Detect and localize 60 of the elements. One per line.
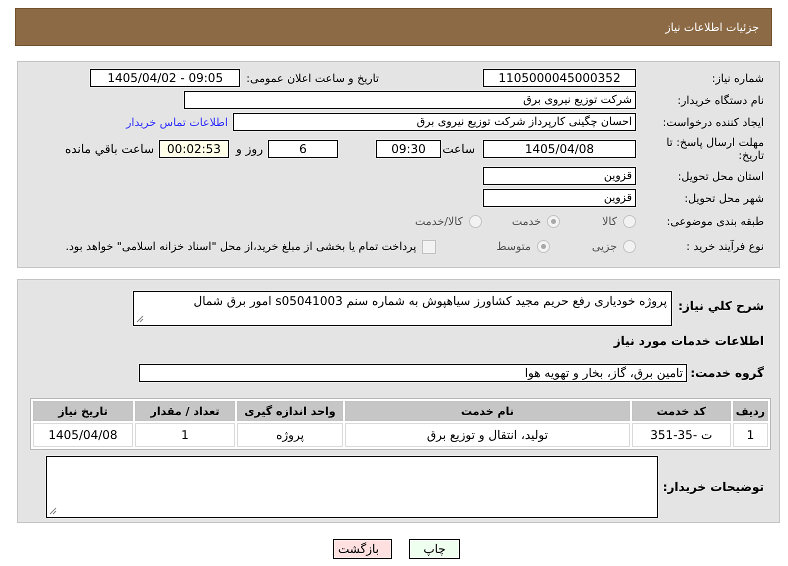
field-label: طبقه بندی موضوعی:: [666, 215, 765, 228]
input-field[interactable]: احسان چگینی کارپرداز شرکت توزیع نیروی برق: [233, 113, 636, 131]
column-header: واحد اندازه گیری: [237, 401, 343, 421]
table-cell: تولید، انتقال و توزیع برق: [345, 423, 630, 447]
back-button[interactable]: بازگشت: [333, 539, 392, 559]
input-field[interactable]: 6: [268, 140, 338, 158]
input-field[interactable]: قزوین: [483, 167, 636, 185]
page-title: جزئیات اطلاعات نیاز: [665, 20, 759, 34]
description-field[interactable]: پروژه خودیاری رفع حریم مجید کشاورز سیاهپوش به شماره سنم s05041003 امور برق شمال: [133, 291, 672, 326]
column-header: نام خدمت: [345, 401, 630, 421]
resize-grip-icon[interactable]: [136, 315, 144, 323]
field-label: شماره نیاز:: [710, 72, 765, 84]
column-header: ردیف: [732, 401, 768, 421]
field-label: گروه خدمت:: [689, 366, 765, 380]
print-button[interactable]: چاپ: [409, 539, 460, 559]
option-label: کالا/خدمت: [415, 215, 463, 228]
option-label: خدمت: [512, 215, 542, 228]
contact-link[interactable]: اطلاعات تماس خریدار: [126, 116, 228, 128]
radio-button[interactable]: [536, 240, 550, 253]
table-cell: ت -35-351: [632, 423, 731, 447]
column-header: تاریخ نیاز: [33, 401, 133, 421]
radio-button[interactable]: [623, 240, 636, 253]
field-label: مهلت ارسال پاسخ: تا تاریخ:: [665, 136, 765, 162]
field-label: توضیحات خریدار:: [662, 480, 765, 494]
countdown-field: 00:02:53: [159, 140, 229, 158]
table-cell: 1405/04/08: [33, 423, 133, 447]
table-cell: پروژه: [237, 423, 343, 447]
field-label: ساعت باقي مانده: [64, 142, 154, 156]
radio-button[interactable]: [623, 215, 636, 228]
notes-field[interactable]: [46, 456, 658, 518]
field-label: نام دستگاه خریدار:: [676, 94, 765, 106]
table-cell: 1: [732, 423, 768, 447]
checkbox[interactable]: [422, 240, 436, 254]
field-label: تاریخ و ساعت اعلان عمومی:: [246, 72, 379, 84]
checkbox-label: پرداخت تمام یا بخشی از مبلغ خرید،از محل "اسناد خزانه اسلامی" خواهد بود.: [66, 240, 416, 253]
option-label: جزیی: [592, 240, 617, 253]
column-header: تعداد / مقدار: [135, 401, 235, 421]
input-field[interactable]: قزوین: [483, 189, 636, 207]
field-label: نوع فرآیند خرید :: [685, 240, 765, 253]
field-label: روز و: [236, 142, 263, 156]
section-title: اطلاعات خدمات مورد نياز: [612, 334, 765, 348]
option-label: کالا: [602, 215, 617, 228]
radio-button[interactable]: [468, 215, 482, 228]
description-text: پروژه خودیاری رفع حریم مجید کشاورز سیاهپوش به شماره سنم s05041003 امور برق شمال: [194, 294, 667, 308]
input-field[interactable]: 1105000045000352: [483, 69, 636, 87]
option-label: متوسط: [496, 240, 531, 253]
table-cell: 1: [135, 423, 235, 447]
field-label: ایجاد کننده درخواست:: [662, 116, 765, 128]
input-field[interactable]: شرکت توزیع نیروی برق: [184, 91, 636, 109]
field-label: استان محل تحویل:: [676, 170, 765, 182]
input-field[interactable]: تامین برق، گاز، بخار و تهویه هوا: [139, 364, 687, 382]
input-field[interactable]: 1405/04/02 - 09:05: [90, 69, 240, 87]
radio-button[interactable]: [547, 215, 560, 228]
column-header: کد خدمت: [632, 401, 731, 421]
input-field[interactable]: 1405/04/08: [483, 140, 636, 158]
field-label: شهر محل تحویل:: [683, 192, 765, 204]
resize-grip-icon[interactable]: [49, 507, 57, 515]
field-label: شرح کلي نياز:: [677, 299, 765, 313]
input-field[interactable]: 09:30: [376, 140, 441, 158]
field-label: ساعت: [441, 142, 475, 156]
